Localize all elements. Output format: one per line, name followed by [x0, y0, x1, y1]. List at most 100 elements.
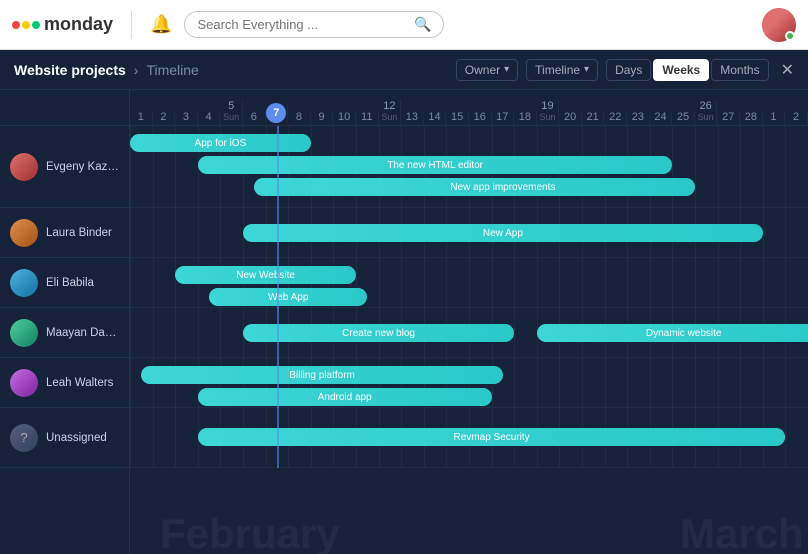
date-cell-8: 9 — [311, 111, 334, 125]
timeline-container: Evgeny Kazinec Laura Binder Eli Babila M… — [0, 90, 808, 554]
grid-line-3 — [198, 126, 199, 468]
grid-line-26 — [718, 126, 719, 468]
logo-dot-green — [32, 21, 40, 29]
today-line — [277, 126, 279, 468]
search-input[interactable] — [197, 17, 414, 32]
days-view-btn[interactable]: Days — [606, 59, 651, 81]
breadcrumb-title: Website projects — [14, 62, 126, 78]
grid-line-1 — [153, 126, 154, 468]
owners-header — [0, 90, 129, 126]
owner-row-laura: Laura Binder — [0, 208, 129, 258]
owner-avatar-eli — [10, 269, 38, 297]
date-cell-7: 8 — [288, 111, 311, 125]
gantt-bar-5[interactable]: New Website — [175, 266, 356, 284]
close-button[interactable]: ✕ — [781, 60, 794, 80]
avatar-wrap[interactable] — [762, 8, 796, 42]
view-toggle: Days Weeks Months — [606, 59, 769, 81]
gantt-bar-4[interactable]: New AppFeb 10thFeb 28th — [243, 224, 763, 242]
date-cell-2: 3 — [175, 111, 198, 125]
search-icon: 🔍 — [414, 16, 431, 33]
nav-divider — [131, 11, 132, 39]
date-cell-19: 20 — [559, 111, 582, 125]
date-cell-5: 6 — [243, 111, 266, 125]
date-cell-0: 1 — [130, 111, 153, 125]
logo-dots — [12, 21, 40, 29]
months-view-btn[interactable]: Months — [711, 59, 768, 81]
timeline-row-leah: Billing platform Android app — [130, 358, 808, 408]
logo: monday — [12, 14, 113, 35]
month-label-march: March — [680, 510, 804, 554]
owner-row-evgeny: Evgeny Kazinec — [0, 126, 129, 208]
date-cell-29: 2 — [785, 111, 808, 125]
owner-row-eli: Eli Babila — [0, 258, 129, 308]
gantt-bar-1[interactable]: The new HTML editor — [198, 156, 673, 174]
gantt-bar-3[interactable]: New app improvements — [311, 178, 695, 196]
date-cell-14: 15 — [446, 111, 469, 125]
notification-icon[interactable]: 🔔 — [150, 14, 172, 35]
month-label-february: February — [160, 510, 340, 554]
date-cell-18: 19Sun — [537, 100, 560, 125]
owner-avatar-laura — [10, 219, 38, 247]
owner-avatar-unassigned: ? — [10, 424, 38, 452]
owner-avatar-leah — [10, 369, 38, 397]
date-cell-1: 2 — [153, 111, 176, 125]
date-cell-16: 17 — [492, 111, 515, 125]
date-cell-24: 25 — [672, 111, 695, 125]
search-bar[interactable]: 🔍 — [184, 11, 444, 38]
owner-name-leah: Leah Walters — [46, 377, 113, 389]
timeline-rows: App for iOSThe new HTML editorMobile app… — [130, 126, 808, 468]
breadcrumb-subtitle: Timeline — [146, 62, 198, 78]
date-cell-9: 10 — [333, 111, 356, 125]
date-cell-11: 12Sun — [379, 100, 402, 125]
date-cell-20: 21 — [582, 111, 605, 125]
logo-dot-yellow — [22, 21, 30, 29]
owners-panel: Evgeny Kazinec Laura Binder Eli Babila M… — [0, 90, 130, 554]
date-cell-21: 22 — [604, 111, 627, 125]
date-cell-13: 14 — [424, 111, 447, 125]
owner-name-eli: Eli Babila — [46, 277, 94, 289]
owner-avatar-maayan — [10, 319, 38, 347]
gantt-bar-10[interactable]: Android app — [198, 388, 492, 406]
logo-dot-red — [12, 21, 20, 29]
owner-name-unassigned: Unassigned — [46, 432, 107, 444]
date-cell-15: 16 — [469, 111, 492, 125]
timeline-label: Timeline — [535, 63, 580, 77]
grid-line-29 — [785, 126, 786, 468]
date-cell-4: 5Sun — [220, 100, 243, 125]
owner-avatar-evgeny — [10, 153, 38, 181]
date-cell-26: 27 — [717, 111, 740, 125]
gantt-bar-7[interactable]: Create new blog — [243, 324, 514, 342]
grid-panel: 12345Sun6789101112Sun13141516171819Sun20… — [130, 90, 808, 554]
date-cell-28: 1 — [763, 111, 786, 125]
date-header: 12345Sun6789101112Sun13141516171819Sun20… — [130, 90, 808, 126]
owner-row-unassigned: ? Unassigned — [0, 408, 129, 468]
breadcrumb-separator: › — [134, 62, 139, 78]
date-cell-25: 26Sun — [695, 100, 718, 125]
date-cell-27: 28 — [740, 111, 763, 125]
gantt-bar-11[interactable]: Revmap Security — [198, 428, 786, 446]
grid-line-27 — [740, 126, 741, 468]
weeks-view-btn[interactable]: Weeks — [653, 59, 709, 81]
grid-line-2 — [175, 126, 176, 468]
date-cell-3: 4 — [198, 111, 221, 125]
owner-chevron-icon: ▾ — [504, 64, 509, 75]
owner-name-laura: Laura Binder — [46, 227, 112, 239]
timeline-dropdown[interactable]: Timeline ▾ — [526, 59, 598, 81]
grid-line-28 — [763, 126, 764, 468]
gantt-bar-8[interactable]: Dynamic website — [537, 324, 808, 342]
owner-label: Owner — [465, 63, 500, 77]
online-status-dot — [785, 31, 795, 41]
owner-dropdown[interactable]: Owner ▾ — [456, 59, 518, 81]
gantt-bar-6[interactable]: Web App — [209, 288, 367, 306]
breadcrumb-bar: Website projects › Timeline Owner ▾ Time… — [0, 50, 808, 90]
timeline-chevron-icon: ▾ — [584, 64, 589, 75]
gantt-bar-9[interactable]: Billing platform — [141, 366, 503, 384]
owner-row-leah: Leah Walters — [0, 358, 129, 408]
date-cell-17: 18 — [514, 111, 537, 125]
gantt-bar-0[interactable]: App for iOS — [130, 134, 311, 152]
date-cell-10: 11 — [356, 111, 379, 125]
logo-text: monday — [44, 14, 113, 35]
date-cell-6: 7 — [266, 103, 289, 125]
top-nav: monday 🔔 🔍 — [0, 0, 808, 50]
grid-line-0 — [130, 126, 131, 468]
